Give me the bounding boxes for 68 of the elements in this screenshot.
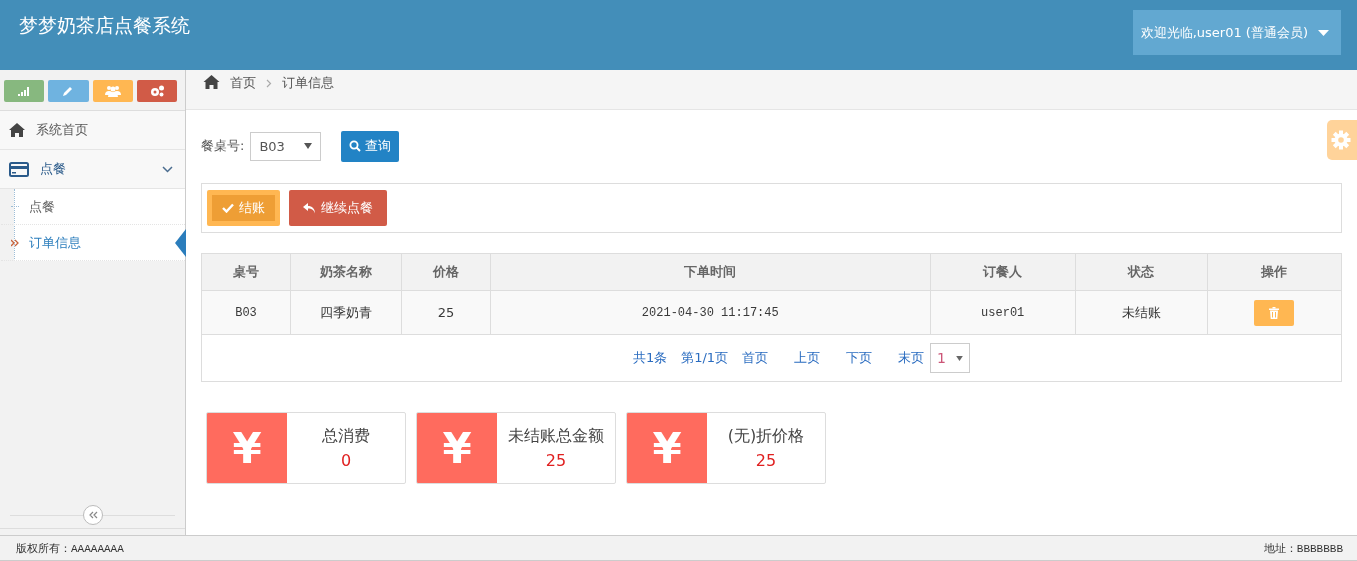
trash-icon — [1269, 306, 1280, 319]
continue-ordering-button[interactable]: 继续点餐 — [289, 190, 387, 226]
page-indicator: 第1/1页 — [681, 349, 729, 367]
yen-icon: ¥ — [627, 413, 707, 483]
column-header: 下单时间 — [490, 254, 931, 291]
double-chevron-icon — [11, 238, 19, 247]
shortcut-button[interactable] — [4, 80, 45, 102]
collapse-sidebar-button[interactable] — [82, 505, 103, 525]
table-cell: user01 — [930, 290, 1076, 335]
pagination-link[interactable]: 下页 — [846, 349, 873, 367]
settings-button[interactable] — [1327, 120, 1357, 160]
yen-icon: ¥ — [417, 413, 497, 483]
home-icon — [9, 123, 25, 137]
yen-icon: ¥ — [207, 413, 287, 483]
table-number-select[interactable]: B03 — [250, 131, 322, 161]
settings-icon — [1331, 130, 1351, 150]
record-count: 共1条 — [632, 349, 668, 367]
dropdown-caret-icon — [304, 143, 313, 149]
stat-label: 未结账总金额 — [508, 426, 604, 447]
table-cell: 25 — [401, 290, 491, 335]
shortcut-button[interactable] — [48, 80, 89, 102]
table-cell: 未结账 — [1075, 290, 1208, 335]
column-header: 订餐人 — [930, 254, 1076, 291]
gears-icon — [148, 85, 165, 97]
breadcrumb-current: 订单信息 — [282, 74, 334, 92]
pencil-icon — [62, 85, 75, 97]
signal-bars-icon — [17, 86, 31, 96]
reply-arrow-icon — [303, 202, 316, 214]
users-icon — [104, 85, 121, 97]
dropdown-caret-icon — [956, 355, 964, 361]
checkmark-icon — [222, 203, 234, 213]
stat-label: 总消费 — [322, 426, 370, 447]
breadcrumb-separator-icon — [266, 78, 272, 88]
pagination-link[interactable]: 上页 — [794, 349, 821, 367]
search-icon — [349, 140, 362, 152]
table-number-label: 餐桌号: — [201, 137, 245, 155]
column-header: 奶茶名称 — [290, 254, 402, 291]
column-header: 操作 — [1207, 254, 1341, 291]
copyright-text: 版权所有：AAAAAAAA — [16, 541, 124, 556]
column-header: 状态 — [1075, 254, 1208, 291]
breadcrumb-link[interactable]: 首页 — [230, 74, 256, 92]
pagination-link[interactable]: 末页 — [898, 349, 925, 367]
active-pointer-icon — [175, 229, 186, 257]
credit-card-icon — [9, 161, 29, 177]
table-cell: B03 — [202, 290, 291, 335]
stat-value: 25 — [545, 451, 567, 470]
address-text: 地址：BBBBBBB — [1263, 541, 1343, 556]
query-button[interactable]: 查询 — [341, 130, 400, 162]
pagination-link[interactable]: 首页 — [742, 349, 769, 367]
stat-value: 0 — [340, 451, 352, 470]
delete-button[interactable] — [1254, 299, 1295, 326]
table-cell: 四季奶青 — [290, 290, 402, 335]
column-header: 价格 — [401, 254, 491, 291]
submenu-item[interactable]: 点餐 — [1, 189, 185, 225]
shortcut-button[interactable] — [92, 80, 133, 102]
sidebar-item[interactable]: 点餐 — [0, 150, 185, 189]
stat-value: 25 — [755, 451, 777, 470]
app-title: 梦梦奶茶店点餐系统 — [19, 13, 190, 38]
page-select[interactable]: 1 — [930, 343, 971, 373]
home-icon — [203, 75, 220, 89]
table-cell: 2021-04-30 11:17:45 — [490, 290, 931, 335]
double-chevron-icon — [87, 511, 98, 519]
shortcut-button[interactable] — [136, 80, 177, 102]
sidebar-item[interactable]: 系统首页 — [0, 111, 185, 150]
column-header: 桌号 — [202, 254, 291, 291]
submenu-item[interactable]: 订单信息 — [1, 225, 185, 261]
caret-icon — [1318, 29, 1329, 36]
stat-label: (无)折价格 — [727, 426, 805, 447]
